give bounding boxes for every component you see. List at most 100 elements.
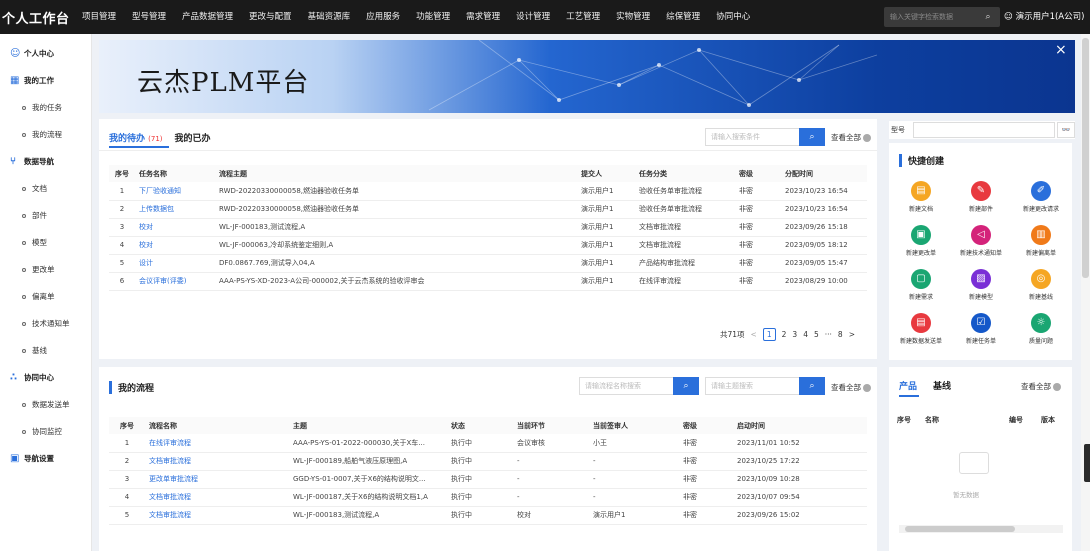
sidebar-item-13[interactable]: 数据发送单 — [0, 391, 91, 418]
sidebar-item-9[interactable]: 偏离单 — [0, 283, 91, 310]
sidebar-item-11[interactable]: 基线 — [0, 337, 91, 364]
user-icon: ☺ — [10, 48, 21, 59]
pager-page[interactable]: 8 — [838, 330, 843, 339]
global-search-input[interactable] — [884, 13, 980, 21]
scrollbar-thumb[interactable] — [1082, 38, 1089, 278]
nav-item-1[interactable]: 型号管理 — [124, 0, 174, 34]
quick-create-item[interactable]: ▢ 新建需求 — [891, 267, 951, 307]
nav-item-2[interactable]: 产品数据管理 — [174, 0, 241, 34]
sidebar-item-5[interactable]: 文档 — [0, 175, 91, 202]
nav-item-7[interactable]: 需求管理 — [458, 0, 508, 34]
table-cell: 非密 — [679, 506, 733, 525]
pager-page[interactable]: 5 — [814, 330, 819, 339]
table-row[interactable]: 6 会议评审(评委) AAA-PS-YS-XD-2023-A公司-000002,关于… — [109, 272, 867, 291]
quick-create-item[interactable]: ◁ 新建技术通知单 — [951, 223, 1011, 263]
flow-name-search-input[interactable] — [579, 377, 673, 395]
sidebar-item-15[interactable]: ▣ 导航设置 — [0, 445, 91, 472]
nav-item-12[interactable]: 协同中心 — [708, 0, 758, 34]
pager-page[interactable]: 3 — [792, 330, 797, 339]
table-row[interactable]: 1 下厂验收通知 RWD-20220330000058,燃油器验收任务单 演示用户1 验… — [109, 182, 867, 201]
tab-baseline[interactable]: 基线 — [933, 379, 951, 392]
tab-product[interactable]: 产品 — [899, 379, 917, 392]
table-row[interactable]: 5 文档审批流程 WL-JF-000183,测试流程,A 执行中 校对 演示用户1 非密 20… — [109, 506, 867, 525]
glasses-icon[interactable]: 👓 — [1057, 122, 1075, 138]
pager-ellipsis[interactable]: ··· — [825, 330, 832, 339]
nav-item-11[interactable]: 综保管理 — [658, 0, 708, 34]
flow-name-link[interactable]: 文档审批流程 — [145, 488, 289, 507]
table-cell: 会议审核 — [513, 434, 589, 453]
quick-create-item[interactable]: ▣ 新建更改单 — [891, 223, 951, 263]
sidebar-item-7[interactable]: 模型 — [0, 229, 91, 256]
task-name-link[interactable]: 设计 — [135, 254, 215, 273]
task-name-link[interactable]: 上传数据包 — [135, 200, 215, 219]
table-row[interactable]: 4 校对 WL-JF-000063,冷却系统鉴定细则,A 演示用户1 文档审批流程 非密 2… — [109, 236, 867, 255]
sidebar-item-4[interactable]: ⑂ 数据导航 — [0, 148, 91, 175]
sidebar-item-2[interactable]: 我的任务 — [0, 94, 91, 121]
quick-create-item[interactable]: ◎ 新建基线 — [1011, 267, 1071, 307]
side-handle[interactable] — [1084, 444, 1090, 482]
todo-search-input[interactable] — [705, 128, 799, 146]
table-row[interactable]: 5 设计 DF0.0867.769,测试导入04,A 演示用户1 产品结构审批流程 非密 2… — [109, 254, 867, 273]
nav-item-0[interactable]: 项目管理 — [74, 0, 124, 34]
sidebar-item-1[interactable]: ▦ 我的工作 — [0, 67, 91, 94]
tab-my-todo[interactable]: 我的待办 (71) — [109, 131, 163, 144]
nav-item-10[interactable]: 实物管理 — [608, 0, 658, 34]
close-icon[interactable]: × — [1055, 42, 1067, 58]
sidebar-item-12[interactable]: ∴ 协同中心 — [0, 364, 91, 391]
task-name-link[interactable]: 校对 — [135, 218, 215, 237]
sidebar-item-label: 更改单 — [32, 265, 55, 274]
task-name-link[interactable]: 会议评审(评委) — [135, 272, 215, 291]
flow-name-link[interactable]: 文档审批流程 — [145, 452, 289, 471]
quick-create-item[interactable]: ✐ 新建更改请求 — [1011, 179, 1071, 219]
quick-create-item[interactable]: ▤ 新建文档 — [891, 179, 951, 219]
sidebar-item-14[interactable]: 协同监控 — [0, 418, 91, 445]
quick-create-item[interactable]: ▤ 新建数据发送单 — [891, 311, 951, 351]
horizontal-scrollbar[interactable] — [899, 525, 1063, 533]
flow-name-link[interactable]: 更改单审批流程 — [145, 470, 289, 489]
table-row[interactable]: 3 更改单审批流程 GGD-YS-01-0007,关于X6的结构说明文... 执行中 -… — [109, 470, 867, 489]
quick-create-item[interactable]: ▨ 新建模型 — [951, 267, 1011, 307]
flow-view-all-link[interactable]: 查看全部 — [831, 382, 871, 393]
nav-item-6[interactable]: 功能管理 — [408, 0, 458, 34]
scrollbar-thumb[interactable] — [905, 526, 1015, 532]
quick-create-item[interactable]: ☑ 新建任务单 — [951, 311, 1011, 351]
task-name-link[interactable]: 下厂验收通知 — [135, 182, 215, 201]
search-icon[interactable]: ⌕ — [673, 377, 699, 395]
flow-name-link[interactable]: 文档审批流程 — [145, 506, 289, 525]
table-row[interactable]: 1 在线评审流程 AAA-PS-YS-01-2022-000030,关于X车... 执… — [109, 434, 867, 453]
sidebar-item-3[interactable]: 我的流程 — [0, 121, 91, 148]
nav-item-3[interactable]: 更改与配置 — [241, 0, 300, 34]
flow-col-header: 当前环节 — [513, 417, 589, 434]
nav-item-4[interactable]: 基础资源库 — [300, 0, 359, 34]
sidebar-item-8[interactable]: 更改单 — [0, 256, 91, 283]
pager-page[interactable]: 1 — [762, 328, 776, 341]
chevron-left-icon[interactable]: < — [751, 330, 757, 339]
table-row[interactable]: 3 校对 WL-JF-000183,测试流程,A 演示用户1 文档审批流程 非密 2023/… — [109, 218, 867, 237]
user-menu[interactable]: ☺ 演示用户1(A公司) — [1004, 0, 1090, 34]
flow-name-link[interactable]: 在线评审流程 — [145, 434, 289, 453]
todo-view-all-link[interactable]: 查看全部 — [831, 132, 871, 143]
task-name-link[interactable]: 校对 — [135, 236, 215, 255]
pager-page[interactable]: 4 — [803, 330, 808, 339]
sidebar-item-0[interactable]: ☺ 个人中心 — [0, 40, 91, 67]
tab-my-done[interactable]: 我的已办 — [175, 131, 211, 144]
pager-page[interactable]: 2 — [782, 330, 787, 339]
search-icon[interactable]: ⌕ — [799, 128, 825, 146]
table-row[interactable]: 2 文档审批流程 WL-JF-000189,船舶气液压原理图,A 执行中 - - 非密 202… — [109, 452, 867, 471]
nav-item-8[interactable]: 设计管理 — [508, 0, 558, 34]
quick-create-item[interactable]: ▥ 新建偏离单 — [1011, 223, 1071, 263]
sidebar-item-6[interactable]: 部件 — [0, 202, 91, 229]
table-row[interactable]: 2 上传数据包 RWD-20220330000058,燃油器验收任务单 演示用户1 验收… — [109, 200, 867, 219]
flow-subject-search-input[interactable] — [705, 377, 799, 395]
nav-item-5[interactable]: 应用服务 — [358, 0, 408, 34]
table-row[interactable]: 4 文档审批流程 WL-JF-000187,关于X6的结构说明文档1,A 执行中 - - 非… — [109, 488, 867, 507]
search-icon[interactable]: ⌕ — [799, 377, 825, 395]
product-view-all-link[interactable]: 查看全部 — [1021, 381, 1061, 392]
nav-item-9[interactable]: 工艺管理 — [558, 0, 608, 34]
search-icon[interactable]: ⌕ — [980, 12, 996, 22]
model-input[interactable] — [913, 122, 1055, 138]
quick-create-item[interactable]: ☼ 质量问题 — [1011, 311, 1071, 351]
sidebar-item-10[interactable]: 技术通知单 — [0, 310, 91, 337]
chevron-right-icon[interactable]: > — [849, 330, 855, 339]
quick-create-item[interactable]: ✎ 新建部件 — [951, 179, 1011, 219]
